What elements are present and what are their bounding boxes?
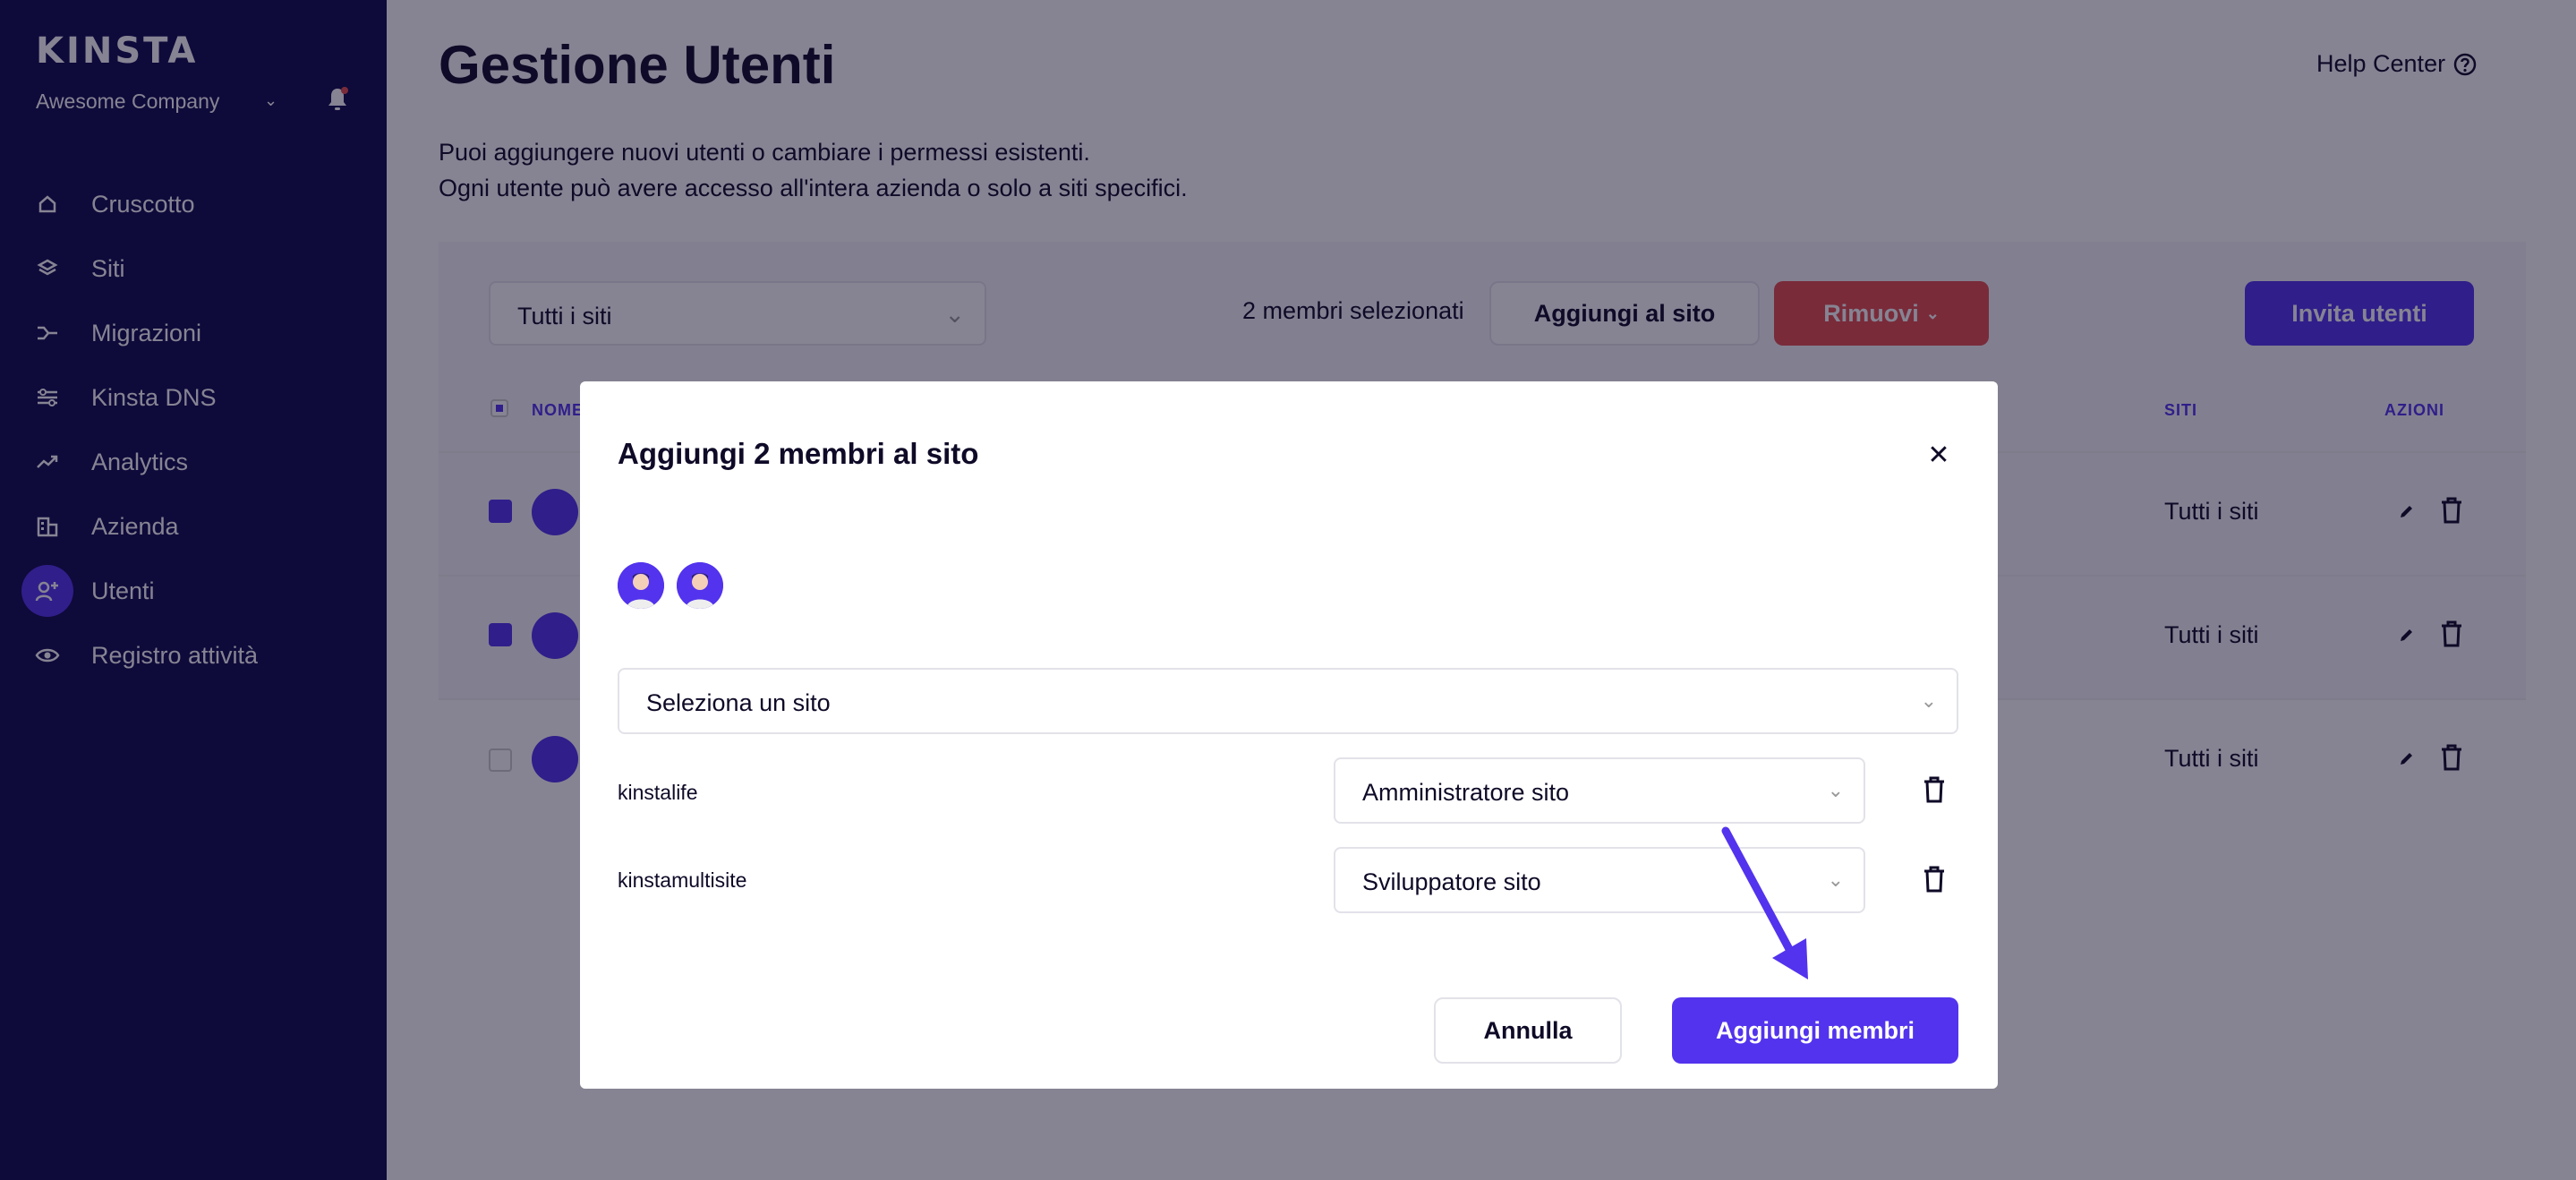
chevron-down-icon: ⌄ <box>1827 779 1844 801</box>
chevron-down-icon: ⌄ <box>1920 689 1937 712</box>
site-select-placeholder: Seleziona un sito <box>646 689 831 716</box>
avatar <box>618 562 664 609</box>
trash-icon[interactable] <box>1921 775 1948 804</box>
close-icon[interactable]: ✕ <box>1921 437 1957 473</box>
role-value: Amministratore sito <box>1362 779 1570 806</box>
trash-icon[interactable] <box>1921 865 1948 894</box>
site-name: kinstalife <box>618 781 698 804</box>
site-select[interactable]: Seleziona un sito ⌄ <box>618 668 1958 734</box>
chevron-down-icon: ⌄ <box>1827 868 1844 891</box>
modal-title: Aggiungi 2 membri al sito <box>618 437 979 470</box>
add-members-modal: Aggiungi 2 membri al sito ✕ Seleziona un… <box>580 381 1998 1089</box>
avatar <box>677 562 723 609</box>
role-select[interactable]: Amministratore sito ⌄ <box>1334 757 1865 824</box>
add-members-button[interactable]: Aggiungi membri <box>1672 997 1958 1064</box>
site-name: kinstamultisite <box>618 868 747 892</box>
cancel-button[interactable]: Annulla <box>1434 997 1622 1064</box>
role-value: Sviluppatore sito <box>1362 868 1541 895</box>
role-select[interactable]: Sviluppatore sito ⌄ <box>1334 847 1865 913</box>
